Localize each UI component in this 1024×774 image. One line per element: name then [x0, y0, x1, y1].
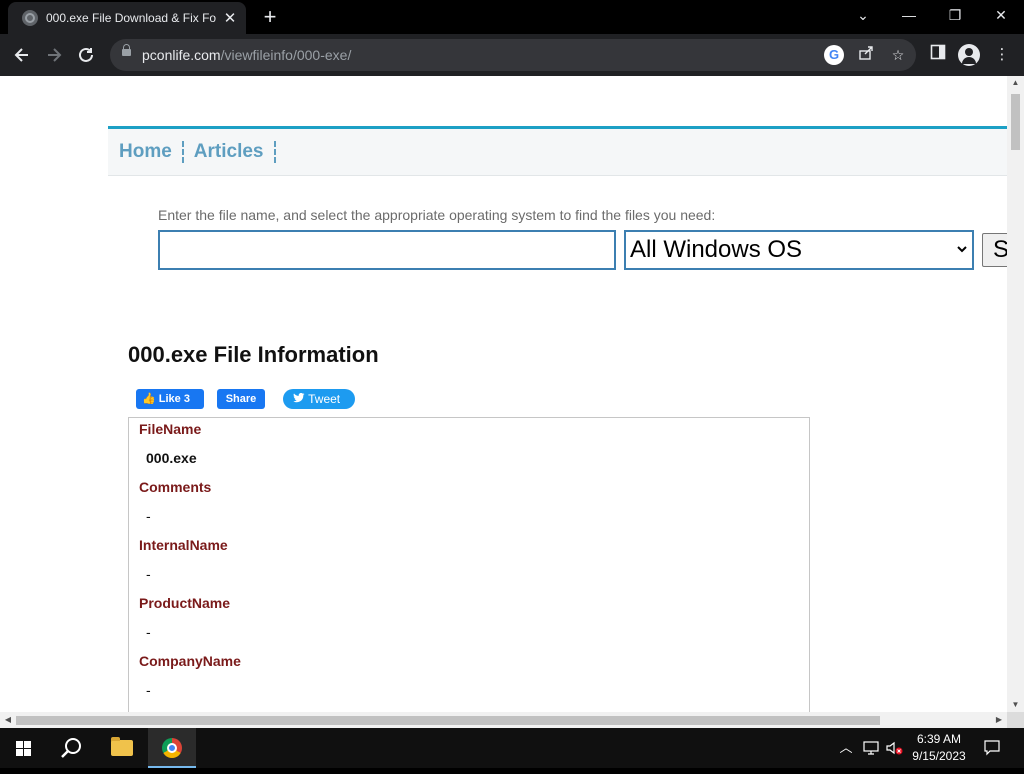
restore-button[interactable]: ❐	[932, 0, 978, 30]
notification-center-icon[interactable]	[980, 728, 1004, 768]
file-info-box: FileName 000.exe Comments - InternalName…	[128, 417, 810, 728]
tweet-button[interactable]: Tweet	[283, 389, 355, 409]
globe-favicon-icon	[22, 10, 38, 26]
bookmark-star-icon[interactable]: ☆	[888, 45, 908, 65]
info-value-companyname: -	[146, 682, 151, 698]
windows-taskbar: ︿ 6:39 AM 9/15/2023	[0, 728, 1024, 768]
scrollbar-corner	[1007, 712, 1024, 728]
tab-search-chevron-icon[interactable]: ⌄	[840, 0, 886, 30]
info-value-internalname: -	[146, 566, 151, 582]
url-path: /viewfileinfo/000-exe/	[220, 47, 352, 63]
new-tab-button[interactable]: +	[256, 4, 284, 32]
vertical-scrollbar[interactable]: ▲ ▼	[1007, 76, 1024, 712]
file-search-input[interactable]	[158, 230, 616, 270]
clock-date: 9/15/2023	[912, 749, 966, 763]
tab-close-icon[interactable]: ✕	[222, 9, 238, 27]
windows-logo-icon	[16, 741, 32, 757]
show-hidden-icons-chevron-icon[interactable]: ︿	[836, 728, 856, 768]
page-title: 000.exe File Information	[128, 342, 379, 367]
back-arrow-icon[interactable]	[7, 40, 37, 70]
google-lens-icon[interactable]: G	[824, 45, 844, 65]
clock-time: 6:39 AM	[916, 732, 962, 746]
scroll-down-arrow-icon[interactable]: ▼	[1007, 698, 1024, 712]
volume-muted-icon[interactable]	[884, 728, 906, 768]
browser-toolbar: pconlife.com/viewfileinfo/000-exe/ G ☆ ⋮	[0, 34, 1024, 76]
chrome-taskbar-button[interactable]	[148, 728, 196, 768]
scroll-up-arrow-icon[interactable]: ▲	[1007, 76, 1024, 90]
info-label-companyname: CompanyName	[139, 653, 241, 669]
reload-icon[interactable]	[71, 40, 101, 70]
info-value-filename: 000.exe	[146, 450, 197, 466]
lock-icon	[122, 44, 131, 56]
side-panel-icon[interactable]	[927, 44, 949, 66]
info-label-comments: Comments	[139, 479, 212, 495]
twitter-bird-icon	[293, 392, 308, 406]
share-icon[interactable]	[856, 45, 876, 65]
kebab-menu-icon[interactable]: ⋮	[991, 44, 1013, 66]
search-icon[interactable]	[48, 728, 96, 768]
page-viewport: Home Articles Enter the file name, and s…	[0, 76, 1024, 728]
site-navbar: Home Articles	[108, 126, 1007, 176]
folder-icon	[111, 737, 133, 756]
tab-strip: 000.exe File Download & Fix For ✕ + ⌄ — …	[0, 0, 1024, 34]
browser-tab-active[interactable]: 000.exe File Download & Fix For ✕	[8, 2, 246, 34]
info-label-filename: FileName	[139, 421, 202, 437]
chevron-down-icon	[952, 243, 972, 258]
start-button[interactable]	[0, 728, 48, 768]
horizontal-scroll-thumb[interactable]	[16, 716, 880, 725]
forward-arrow-icon[interactable]	[39, 40, 69, 70]
nav-link-articles[interactable]: Articles	[184, 141, 276, 163]
os-select-value: All Windows OS	[630, 236, 803, 263]
info-value-comments: -	[146, 508, 151, 524]
scroll-left-arrow-icon[interactable]: ◀	[0, 712, 16, 728]
file-explorer-taskbar-button[interactable]	[98, 728, 146, 768]
url-text: pconlife.com/viewfileinfo/000-exe/	[142, 47, 351, 63]
url-domain: pconlife.com	[142, 47, 221, 63]
search-hint: Enter the file name, and select the appr…	[158, 207, 716, 223]
minimize-button[interactable]: —	[886, 0, 932, 30]
thumbs-up-icon: 👍	[142, 393, 156, 405]
facebook-like-button[interactable]: 👍 Like 3	[136, 389, 204, 409]
tweet-label: Tweet	[308, 392, 341, 406]
fb-like-label: Like 3	[158, 393, 190, 405]
chrome-icon	[162, 738, 182, 758]
tab-title: 000.exe File Download & Fix For	[46, 11, 216, 25]
close-window-button[interactable]: ✕	[978, 0, 1024, 30]
info-value-productname: -	[146, 624, 151, 640]
facebook-share-button[interactable]: Share	[217, 389, 265, 409]
os-select-dropdown[interactable]: All Windows OS	[624, 230, 974, 270]
network-icon[interactable]	[860, 728, 882, 768]
scroll-right-arrow-icon[interactable]: ▶	[991, 712, 1007, 728]
horizontal-scrollbar[interactable]: ◀ ▶	[0, 712, 1007, 728]
nav-link-home[interactable]: Home	[108, 141, 184, 163]
system-clock[interactable]: 6:39 AM 9/15/2023	[906, 731, 972, 765]
profile-avatar-icon[interactable]	[958, 44, 980, 66]
info-label-internalname: InternalName	[139, 537, 228, 553]
vertical-scroll-thumb[interactable]	[1011, 94, 1020, 150]
info-label-productname: ProductName	[139, 595, 231, 611]
address-bar[interactable]: pconlife.com/viewfileinfo/000-exe/ G ☆	[110, 39, 916, 71]
